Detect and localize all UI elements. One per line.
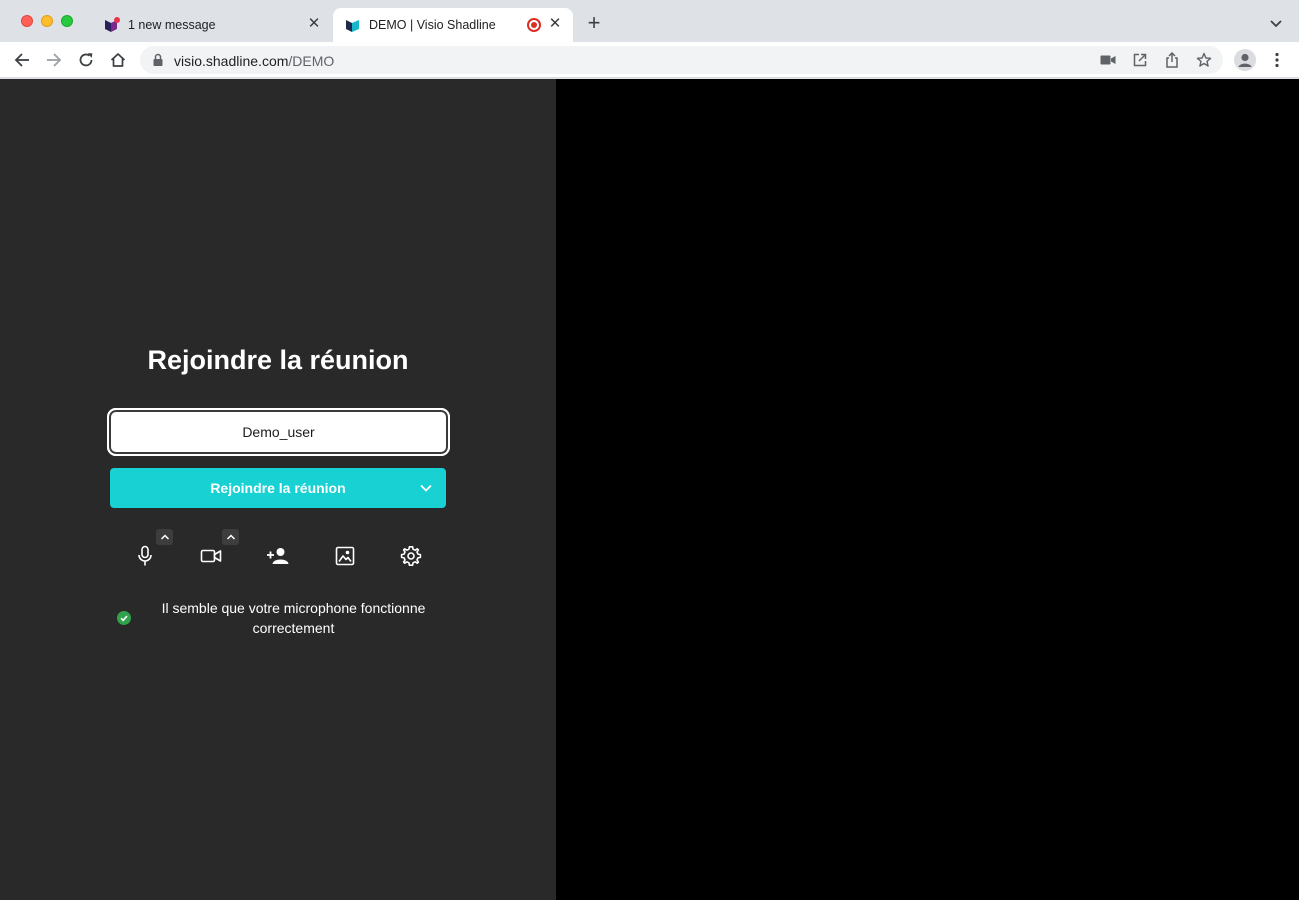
image-icon <box>335 546 355 566</box>
chevron-up-icon <box>160 534 169 540</box>
back-button[interactable] <box>12 50 32 70</box>
join-meeting-button[interactable]: Rejoindre la réunion <box>110 468 446 508</box>
close-window-button[interactable] <box>21 15 33 27</box>
microphone-toggle-button[interactable] <box>133 544 157 568</box>
join-button-label: Rejoindre la réunion <box>210 480 346 496</box>
url-host: visio.shadline.com <box>174 53 289 69</box>
camera-in-use-icon[interactable] <box>1099 51 1117 69</box>
gear-icon <box>400 546 422 566</box>
tab-close-icon[interactable]: ✕ <box>547 16 563 32</box>
background-button[interactable] <box>333 544 357 568</box>
bookmark-button[interactable] <box>1195 51 1213 69</box>
back-arrow-icon <box>14 53 29 67</box>
video-camera-icon <box>1100 55 1116 65</box>
browser-toolbar: visio.shadline.com/DEMO <box>0 42 1299 78</box>
video-preview <box>556 79 1299 900</box>
address-bar[interactable]: visio.shadline.com/DEMO <box>140 46 1223 74</box>
maximize-window-button[interactable] <box>61 15 73 27</box>
star-icon <box>1196 52 1212 67</box>
camera-toggle-button[interactable] <box>199 544 223 568</box>
shadline-favicon-icon <box>346 20 359 32</box>
new-tab-button[interactable]: + <box>584 12 604 34</box>
invite-button[interactable] <box>266 544 290 568</box>
browser-window: 1 new message ✕ DEMO | Visio Shadline ✕ … <box>0 0 1299 900</box>
shadline-favicon-icon <box>105 17 120 32</box>
display-name-input[interactable] <box>107 408 450 456</box>
tab-title: 1 new message <box>128 18 216 32</box>
share-button[interactable] <box>1163 51 1181 69</box>
microphone-icon <box>138 545 152 566</box>
more-vert-icon <box>1275 52 1279 68</box>
tab-strip: 1 new message ✕ DEMO | Visio Shadline ✕ … <box>0 0 1299 42</box>
forward-button[interactable] <box>44 50 64 70</box>
microphone-options-button[interactable] <box>156 529 173 545</box>
camera-options-button[interactable] <box>222 529 239 545</box>
tab-demo-visio[interactable]: DEMO | Visio Shadline ✕ <box>333 8 573 42</box>
page-title: Rejoindre la réunion <box>147 345 409 375</box>
chevron-down-icon[interactable] <box>418 480 434 496</box>
microphone-status-message: Il semble que votre microphone fonctionn… <box>161 600 426 636</box>
open-in-new-icon <box>1133 53 1147 67</box>
tab-title: DEMO | Visio Shadline <box>369 18 496 32</box>
lock-icon <box>153 53 163 66</box>
tab-search-chevron-icon[interactable] <box>1268 15 1284 31</box>
recording-indicator-icon <box>527 18 541 32</box>
url-path: /DEMO <box>288 53 335 69</box>
check-circle-icon <box>117 611 131 625</box>
person-add-icon <box>267 548 289 564</box>
reload-button[interactable] <box>76 50 96 70</box>
profile-avatar[interactable] <box>1234 49 1256 71</box>
forward-arrow-icon <box>47 53 62 67</box>
prejoin-panel: Rejoindre la réunion Rejoindre la réunio… <box>0 79 556 900</box>
tab-close-icon[interactable]: ✕ <box>306 16 322 32</box>
person-icon <box>1238 53 1252 67</box>
open-external-button[interactable] <box>1131 51 1149 69</box>
minimize-window-button[interactable] <box>41 15 53 27</box>
video-camera-icon <box>200 549 222 563</box>
chevron-up-icon <box>226 534 235 540</box>
share-icon <box>1166 52 1178 68</box>
home-button[interactable] <box>108 50 128 70</box>
url-text: visio.shadline.com/DEMO <box>174 53 334 69</box>
tab-new-message[interactable]: 1 new message ✕ <box>92 8 332 42</box>
reload-icon <box>79 53 93 67</box>
home-icon <box>110 53 126 67</box>
page-content: Rejoindre la réunion Rejoindre la réunio… <box>0 79 1299 900</box>
browser-menu-button[interactable] <box>1267 50 1287 70</box>
settings-button[interactable] <box>399 544 423 568</box>
